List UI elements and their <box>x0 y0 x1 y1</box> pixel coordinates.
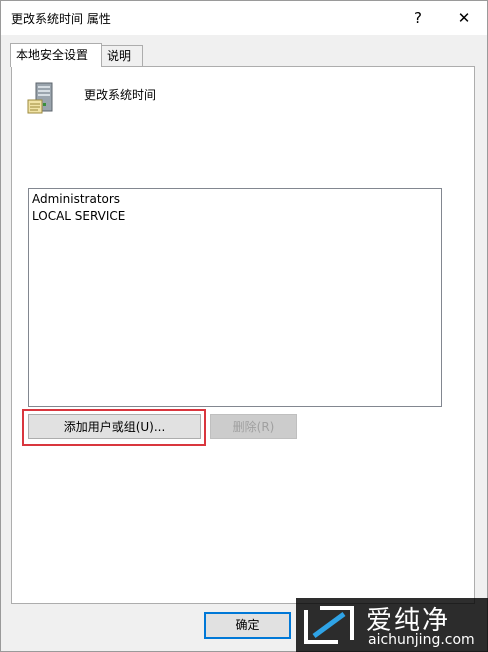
close-button[interactable]: ✕ <box>441 1 487 35</box>
tab-explain[interactable]: 说明 <box>101 45 143 66</box>
properties-dialog: 更改系统时间 属性 ? ✕ 本地安全设置 说明 更改系统时间 Administr… <box>0 0 488 652</box>
tab-panel: 更改系统时间 Administrators LOCAL SERVICE 添加用户… <box>11 66 475 604</box>
watermark: 爱纯净 aichunjing.com <box>296 598 488 652</box>
tab-local-security-setting[interactable]: 本地安全设置 <box>10 43 102 67</box>
help-button[interactable]: ? <box>395 1 441 35</box>
list-item-administrators[interactable]: Administrators <box>29 191 441 208</box>
watermark-logo-icon <box>302 602 356 648</box>
server-computer-icon <box>26 82 58 116</box>
watermark-url: aichunjing.com <box>368 632 475 648</box>
policy-name: 更改系统时间 <box>84 88 157 102</box>
title-bar: 更改系统时间 属性 ? ✕ <box>1 1 487 35</box>
list-item-local-service[interactable]: LOCAL SERVICE <box>29 208 441 225</box>
window-title: 更改系统时间 属性 <box>11 12 111 26</box>
add-user-or-group-button[interactable]: 添加用户或组(U)... <box>28 414 201 439</box>
accounts-listbox[interactable]: Administrators LOCAL SERVICE <box>28 188 442 407</box>
remove-button[interactable]: 删除(R) <box>210 414 297 439</box>
ok-button[interactable]: 确定 <box>204 612 291 639</box>
